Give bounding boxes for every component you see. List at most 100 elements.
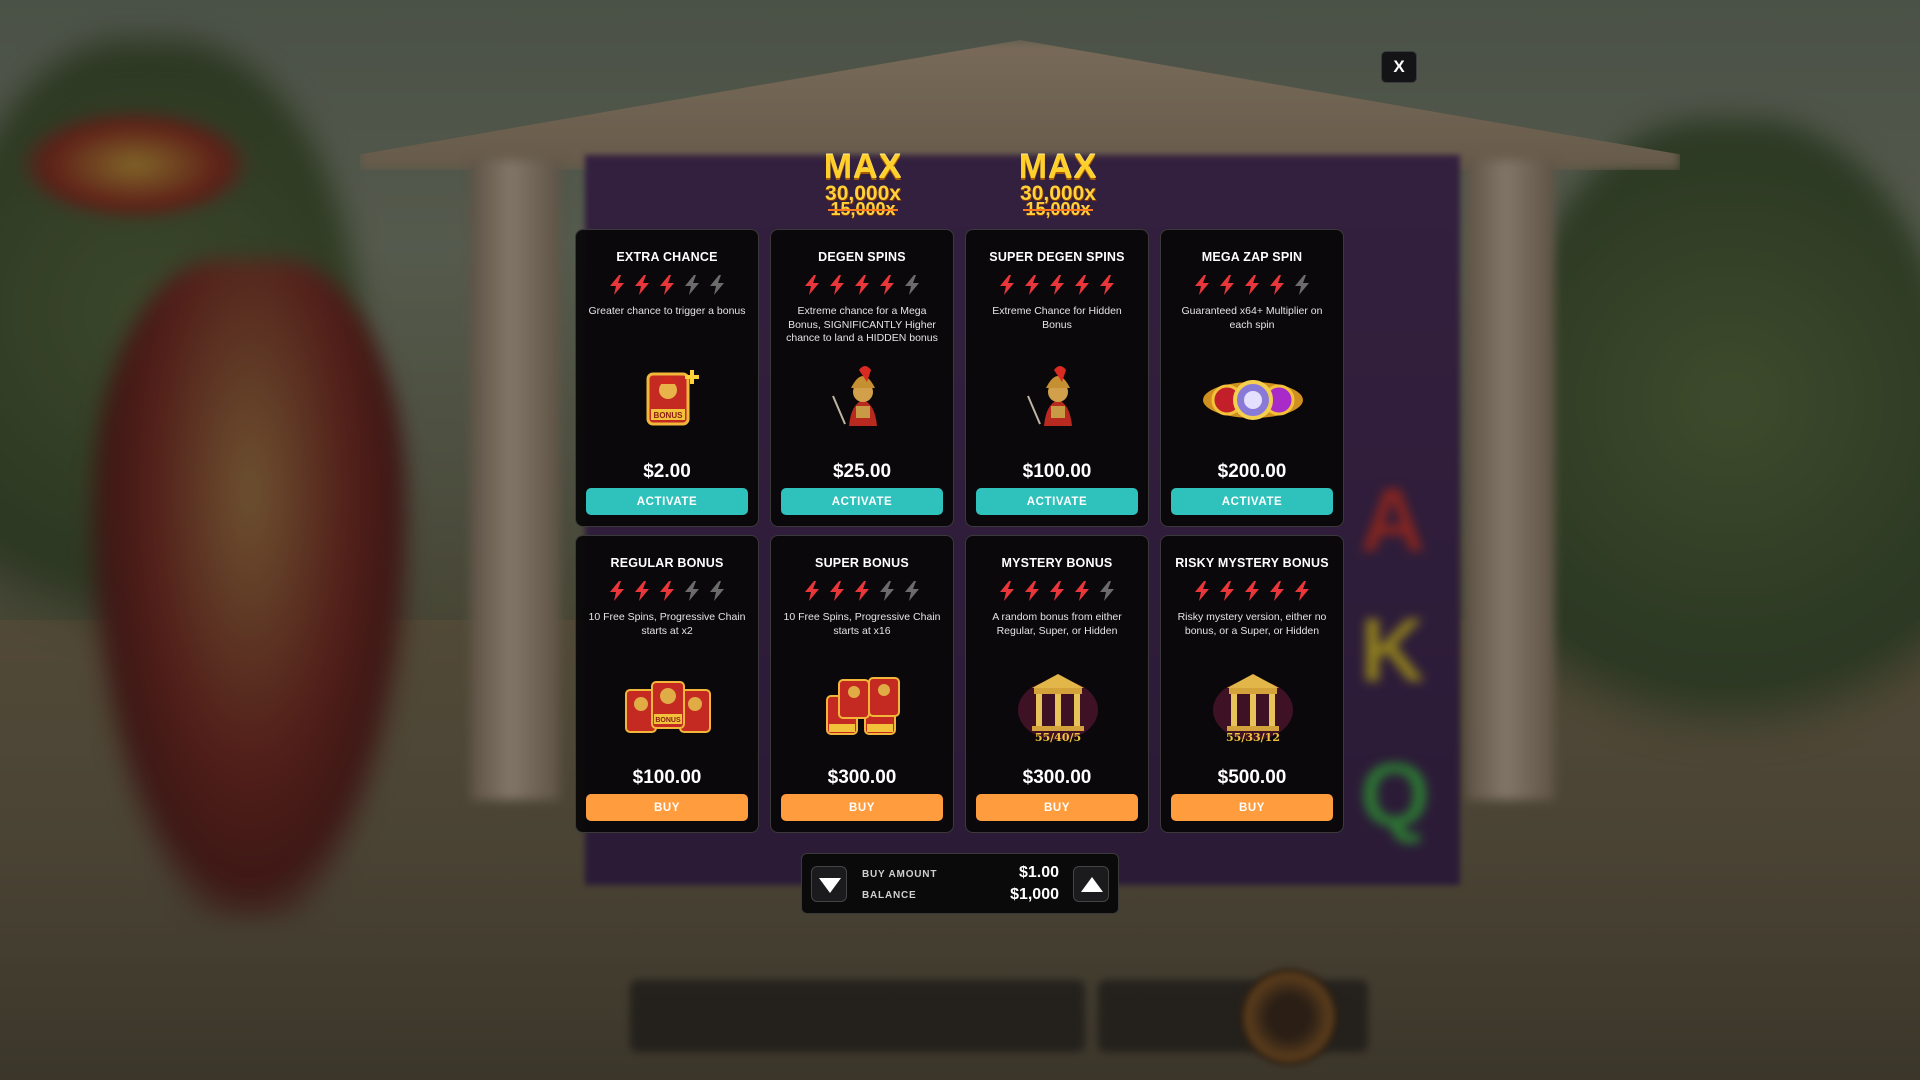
lightning-bolt-active-icon [610, 581, 624, 601]
lightning-bolt-active-icon [1050, 275, 1064, 295]
activate-button[interactable]: ACTIVATE [976, 488, 1138, 515]
card-price: $2.00 [643, 461, 691, 482]
game-background: A K Q [0, 0, 1920, 1080]
card-price: $300.00 [827, 767, 897, 788]
card-description: Guaranteed x64+ Multiplier on each spin [1181, 305, 1323, 331]
card-title: EXTRA CHANCE [616, 250, 718, 264]
max-win-badge-super-degen: MAX 30,000x 15,000x [1003, 150, 1113, 218]
activate-button[interactable]: ACTIVATE [1171, 488, 1333, 515]
balance-value: $1,000 [1010, 886, 1059, 903]
card-price: $200.00 [1217, 461, 1287, 482]
card-description: Risky mystery version, either no bonus, … [1177, 611, 1327, 637]
lightning-bolt-active-icon [1220, 581, 1234, 601]
svg-text:BONUS: BONUS [655, 717, 681, 724]
card-description: 10 Free Spins, Progressive Chain starts … [783, 611, 941, 637]
feature-card-super-bonus: SUPER BONUS 10 Free Spins, Progressive C… [770, 535, 954, 833]
card-description: A random bonus from either Regular, Supe… [992, 611, 1122, 637]
card-description: Extreme Chance for Hidden Bonus [992, 305, 1122, 331]
lightning-bolt-active-icon [830, 275, 844, 295]
odds-label: 55/33/12 [1226, 731, 1280, 744]
lightning-bolt-active-icon [1270, 581, 1284, 601]
four-bonus-icon [826, 677, 900, 735]
card-title: REGULAR BONUS [610, 556, 724, 570]
max-badge-old-value: 15,000x [808, 200, 918, 218]
increase-amount-button[interactable] [1073, 866, 1109, 902]
feature-card-mega-zap-spin: MEGA ZAP SPIN Guaranteed x64+ Multiplier… [1160, 229, 1344, 527]
balance-label: BALANCE [862, 890, 917, 901]
zap-orb-icon [1203, 380, 1303, 420]
card-title: RISKY MYSTERY BONUS [1175, 556, 1329, 570]
card-title: MYSTERY BONUS [1001, 556, 1113, 570]
buy-button[interactable]: BUY [586, 794, 748, 821]
activate-button[interactable]: ACTIVATE [586, 488, 748, 515]
lightning-bolt-inactive-icon [710, 581, 724, 601]
rating-bolts [771, 580, 953, 602]
max-badge-label: MAX [1018, 148, 1098, 186]
lightning-bolt-active-icon [1025, 275, 1039, 295]
feature-card-regular-bonus: REGULAR BONUS 10 Free Spins, Progressive… [575, 535, 759, 833]
odds-label: 55/40/5 [1035, 731, 1081, 744]
lightning-bolt-active-icon [1245, 275, 1259, 295]
buy-button[interactable]: BUY [976, 794, 1138, 821]
rating-bolts [576, 274, 758, 296]
close-button[interactable]: X [1381, 51, 1417, 83]
card-title: MEGA ZAP SPIN [1201, 250, 1303, 264]
max-win-badge-degen: MAX 30,000x 15,000x [808, 150, 918, 218]
card-price: $25.00 [832, 461, 892, 482]
lightning-bolt-active-icon [1075, 581, 1089, 601]
decrease-amount-button[interactable] [811, 866, 847, 902]
lightning-bolt-active-icon [660, 581, 674, 601]
lightning-bolt-inactive-icon [685, 581, 699, 601]
lightning-bolt-active-icon [610, 275, 624, 295]
feature-card-super-degen-spins: SUPER DEGEN SPINS Extreme Chance for Hid… [965, 229, 1149, 527]
rating-bolts [966, 274, 1148, 296]
buy-amount-label: BUY AMOUNT [862, 869, 938, 880]
buy-button[interactable]: BUY [1171, 794, 1333, 821]
card-description: Greater chance to trigger a bonus [588, 305, 746, 317]
lightning-bolt-inactive-icon [905, 581, 919, 601]
rating-bolts [771, 274, 953, 296]
lightning-bolt-active-icon [1050, 581, 1064, 601]
triangle-down-icon [819, 878, 841, 893]
feature-card-mystery-bonus: MYSTERY BONUS A random bonus from either… [965, 535, 1149, 833]
buy-amount-panel: BUY AMOUNT BALANCE $1.00 $1,000 [801, 853, 1119, 914]
lightning-bolt-active-icon [1100, 275, 1114, 295]
rating-bolts [576, 580, 758, 602]
lightning-bolt-active-icon [660, 275, 674, 295]
lightning-bolt-active-icon [1025, 581, 1039, 601]
lightning-bolt-active-icon [855, 275, 869, 295]
lightning-bolt-inactive-icon [880, 581, 894, 601]
temple-odds-icon: 55/40/5 [1018, 674, 1098, 744]
max-badge-old-value: 15,000x [1003, 200, 1113, 218]
buy-amount-value: $1.00 [1018, 864, 1059, 881]
activate-button[interactable]: ACTIVATE [781, 488, 943, 515]
card-description: Extreme chance for a Mega Bonus, SIGNIFI… [786, 305, 938, 344]
lightning-bolt-inactive-icon [905, 275, 919, 295]
feature-card-risky-mystery-bonus: RISKY MYSTERY BONUS Risky mystery versio… [1160, 535, 1344, 833]
lightning-bolt-active-icon [1195, 581, 1209, 601]
card-price: $500.00 [1217, 767, 1287, 788]
lightning-bolt-inactive-icon [1295, 275, 1309, 295]
lightning-bolt-active-icon [1000, 275, 1014, 295]
lightning-bolt-active-icon [1220, 275, 1234, 295]
card-price: $100.00 [632, 767, 702, 788]
lightning-bolt-active-icon [1245, 581, 1259, 601]
card-price: $300.00 [1022, 767, 1092, 788]
max-badge-label: MAX [823, 148, 903, 186]
three-bonus-icon: BONUS [625, 681, 711, 733]
lightning-bolt-active-icon [805, 275, 819, 295]
temple-odds-icon: 55/33/12 [1213, 674, 1293, 744]
rating-bolts [966, 580, 1148, 602]
lightning-bolt-active-icon [1000, 581, 1014, 601]
card-title: SUPER DEGEN SPINS [989, 250, 1125, 264]
card-description: 10 Free Spins, Progressive Chain starts … [588, 611, 746, 637]
lightning-bolt-inactive-icon [685, 275, 699, 295]
lightning-bolt-inactive-icon [710, 275, 724, 295]
lightning-bolt-active-icon [1195, 275, 1209, 295]
card-price: $100.00 [1022, 461, 1092, 482]
buy-button[interactable]: BUY [781, 794, 943, 821]
rating-bolts [1161, 580, 1343, 602]
lightning-bolt-active-icon [830, 581, 844, 601]
card-title: DEGEN SPINS [818, 250, 906, 264]
triangle-up-icon [1081, 877, 1103, 892]
